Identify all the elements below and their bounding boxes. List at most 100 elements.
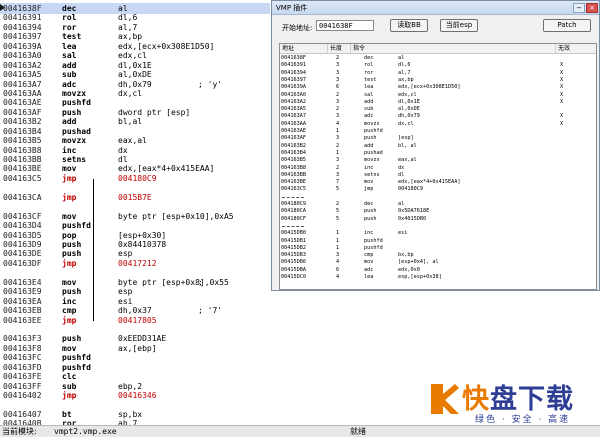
list-item[interactable]: 004163B8 2 inc dx: [280, 165, 596, 172]
list-operand: dl,0x1E: [398, 98, 420, 105]
list-item[interactable]: 004163AF 3 push [esp]: [280, 135, 596, 142]
list-item[interactable]: 004163AE 1 pushfd: [280, 128, 596, 135]
list-item[interactable]: 004180CA 5 push 0x5DA7618E: [280, 208, 596, 215]
list-length: 3: [336, 69, 340, 76]
list-separator: [282, 225, 304, 227]
list-item[interactable]: 00415DB6 4 mov [esp+0x4], al: [280, 259, 596, 266]
list-header: 地址 长度 指令 无效: [280, 44, 596, 54]
list-item[interactable]: 00416397 3 test ax,bp X: [280, 77, 596, 84]
list-mnemonic: ror: [364, 69, 374, 76]
list-address: 004163A2: [281, 98, 306, 105]
list-operand: dl,6: [398, 62, 411, 69]
list-operand: al: [398, 201, 405, 207]
list-item[interactable]: 004163A2 3 add dl,0x1E X: [280, 99, 596, 106]
list-address: 004163C5: [281, 186, 306, 193]
list-item[interactable]: 00415DB3 3 cmp bx,bp: [280, 252, 596, 259]
column-header-address[interactable]: 地址: [280, 44, 328, 53]
list-length: 5: [336, 215, 340, 222]
list-mnemonic: mov: [364, 179, 374, 186]
column-header-invalid[interactable]: 无效: [556, 44, 596, 53]
list-mnemonic: setns: [364, 171, 380, 178]
list-item[interactable]: 004163BE 7 mov edx,[eax*4+0x415EAA]: [280, 179, 596, 186]
list-address: 0041638F: [281, 55, 306, 61]
vmp-title-bar[interactable]: VMP 插件 − ×: [272, 1, 599, 15]
list-length: 5: [336, 208, 340, 215]
logo-main-text: 快盘下载: [462, 377, 574, 416]
list-item[interactable]: 00416394 3 ror al,7 X: [280, 70, 596, 77]
list-item[interactable]: 004163A0 2 sal edx,cl X: [280, 92, 596, 99]
list-address: 004180C9: [281, 201, 306, 207]
list-item[interactable]: 00416391 3 rol dl,6 X: [280, 62, 596, 69]
list-length: 2: [336, 164, 340, 171]
minimize-icon[interactable]: −: [573, 3, 585, 13]
list-length: 4: [336, 120, 340, 127]
list-item[interactable]: 004163C5 5 jmp 004180C9: [280, 186, 596, 193]
list-item[interactable]: 00415DB0 1 inc esi: [280, 230, 596, 237]
status-state: 就绪: [350, 427, 366, 436]
list-invalid-flag: X: [560, 120, 564, 127]
start-address-label: 开始地址:: [282, 24, 313, 32]
column-header-length[interactable]: 长度: [328, 44, 351, 53]
list-mnemonic: pushad: [364, 149, 383, 156]
list-address: 004163BB: [281, 171, 306, 178]
list-operand: ax,bp: [398, 76, 414, 83]
list-operand: [esp+0x4], al: [398, 259, 439, 266]
list-mnemonic: lea: [364, 84, 374, 91]
list-address: 004163AA: [281, 120, 306, 127]
list-invalid-flag: X: [560, 69, 564, 76]
list-item[interactable]: 004180CF 5 push 0x4015DB0: [280, 216, 596, 223]
list-item[interactable]: 004163A7 3 adc dh,0x79 X: [280, 113, 596, 120]
list-item[interactable]: 004163AA 4 movzx dx,cl X: [280, 121, 596, 128]
read-bb-button[interactable]: 读取BB: [390, 19, 428, 32]
disasm-row[interactable]: 0041640B ror ah,7: [0, 418, 270, 425]
list-mnemonic: push: [364, 135, 377, 142]
list-operand: 0x4015DB0: [398, 215, 427, 222]
list-operand: 0x5DA7618E: [398, 208, 430, 215]
list-item[interactable]: 00415DB2 1 pushfd: [280, 245, 596, 252]
instruction-list[interactable]: 地址 长度 指令 无效 0041638F 2 dec al 00416391 3 rol dl…: [279, 43, 597, 290]
list-item[interactable]: 00415DB1 1 pushfd: [280, 238, 596, 245]
list-operand: al: [398, 55, 405, 61]
list-item[interactable]: 004163B2 2 add bl, al: [280, 143, 596, 150]
list-operand: esp,[esp+0x38]: [398, 274, 442, 280]
logo-mark-icon: [431, 384, 459, 414]
list-item[interactable]: 004163A5 2 sub al,0xDE: [280, 106, 596, 113]
list-operand: bx,bp: [398, 252, 414, 259]
list-address: 00415DB6: [281, 259, 306, 266]
list-length: 4: [336, 259, 340, 266]
list-mnemonic: cmp: [364, 252, 374, 259]
list-item[interactable]: 00415DC0 4 lea esp,[esp+0x38]: [280, 274, 596, 281]
list-mnemonic: movzx: [364, 120, 380, 127]
list-length: 1: [336, 237, 340, 244]
list-operand: dh,0x79: [398, 113, 420, 120]
list-item[interactable]: 0041638F 2 dec al: [280, 55, 596, 62]
list-mnemonic: add: [364, 98, 374, 105]
list-item[interactable]: 004163BB 3 setns dl: [280, 172, 596, 179]
disasm-operand: ah,7: [118, 419, 138, 425]
list-item[interactable]: 004180C9 2 dec al: [280, 201, 596, 208]
list-address: 004180CA: [281, 208, 306, 215]
column-header-instruction[interactable]: 指令: [351, 44, 556, 53]
vmp-plugin-window[interactable]: VMP 插件 − × 开始地址: 0041638F 读取BB 当前esp Pat…: [271, 0, 600, 291]
list-length: 2: [336, 142, 340, 149]
list-mnemonic: inc: [364, 164, 374, 171]
disasm-mnemonic: ror: [62, 419, 77, 425]
list-item[interactable]: 004163B5 3 movzx eax,al: [280, 157, 596, 164]
list-separator: [282, 196, 304, 198]
list-mnemonic: dec: [364, 201, 374, 207]
list-operand: dx: [398, 164, 405, 171]
list-item[interactable]: 00415DBA 6 adc edx,0x0: [280, 267, 596, 274]
list-invalid-flag: X: [560, 91, 564, 98]
logo-mark-k: [431, 384, 459, 414]
list-mnemonic: add: [364, 142, 374, 149]
patch-button[interactable]: Patch: [543, 19, 591, 32]
list-item[interactable]: 004163B4 1 pushad: [280, 150, 596, 157]
list-length: 4: [336, 274, 340, 280]
list-address: 00415DC0: [281, 274, 306, 280]
start-address-input[interactable]: 0041638F: [316, 20, 374, 31]
list-item[interactable]: 0041639A 6 lea edx,[ecx+0x308E1D50] X: [280, 84, 596, 91]
current-esp-button[interactable]: 当前esp: [440, 19, 478, 32]
list-address: 004163B4: [281, 149, 306, 156]
list-length: 3: [336, 62, 340, 69]
close-icon[interactable]: ×: [586, 3, 598, 13]
